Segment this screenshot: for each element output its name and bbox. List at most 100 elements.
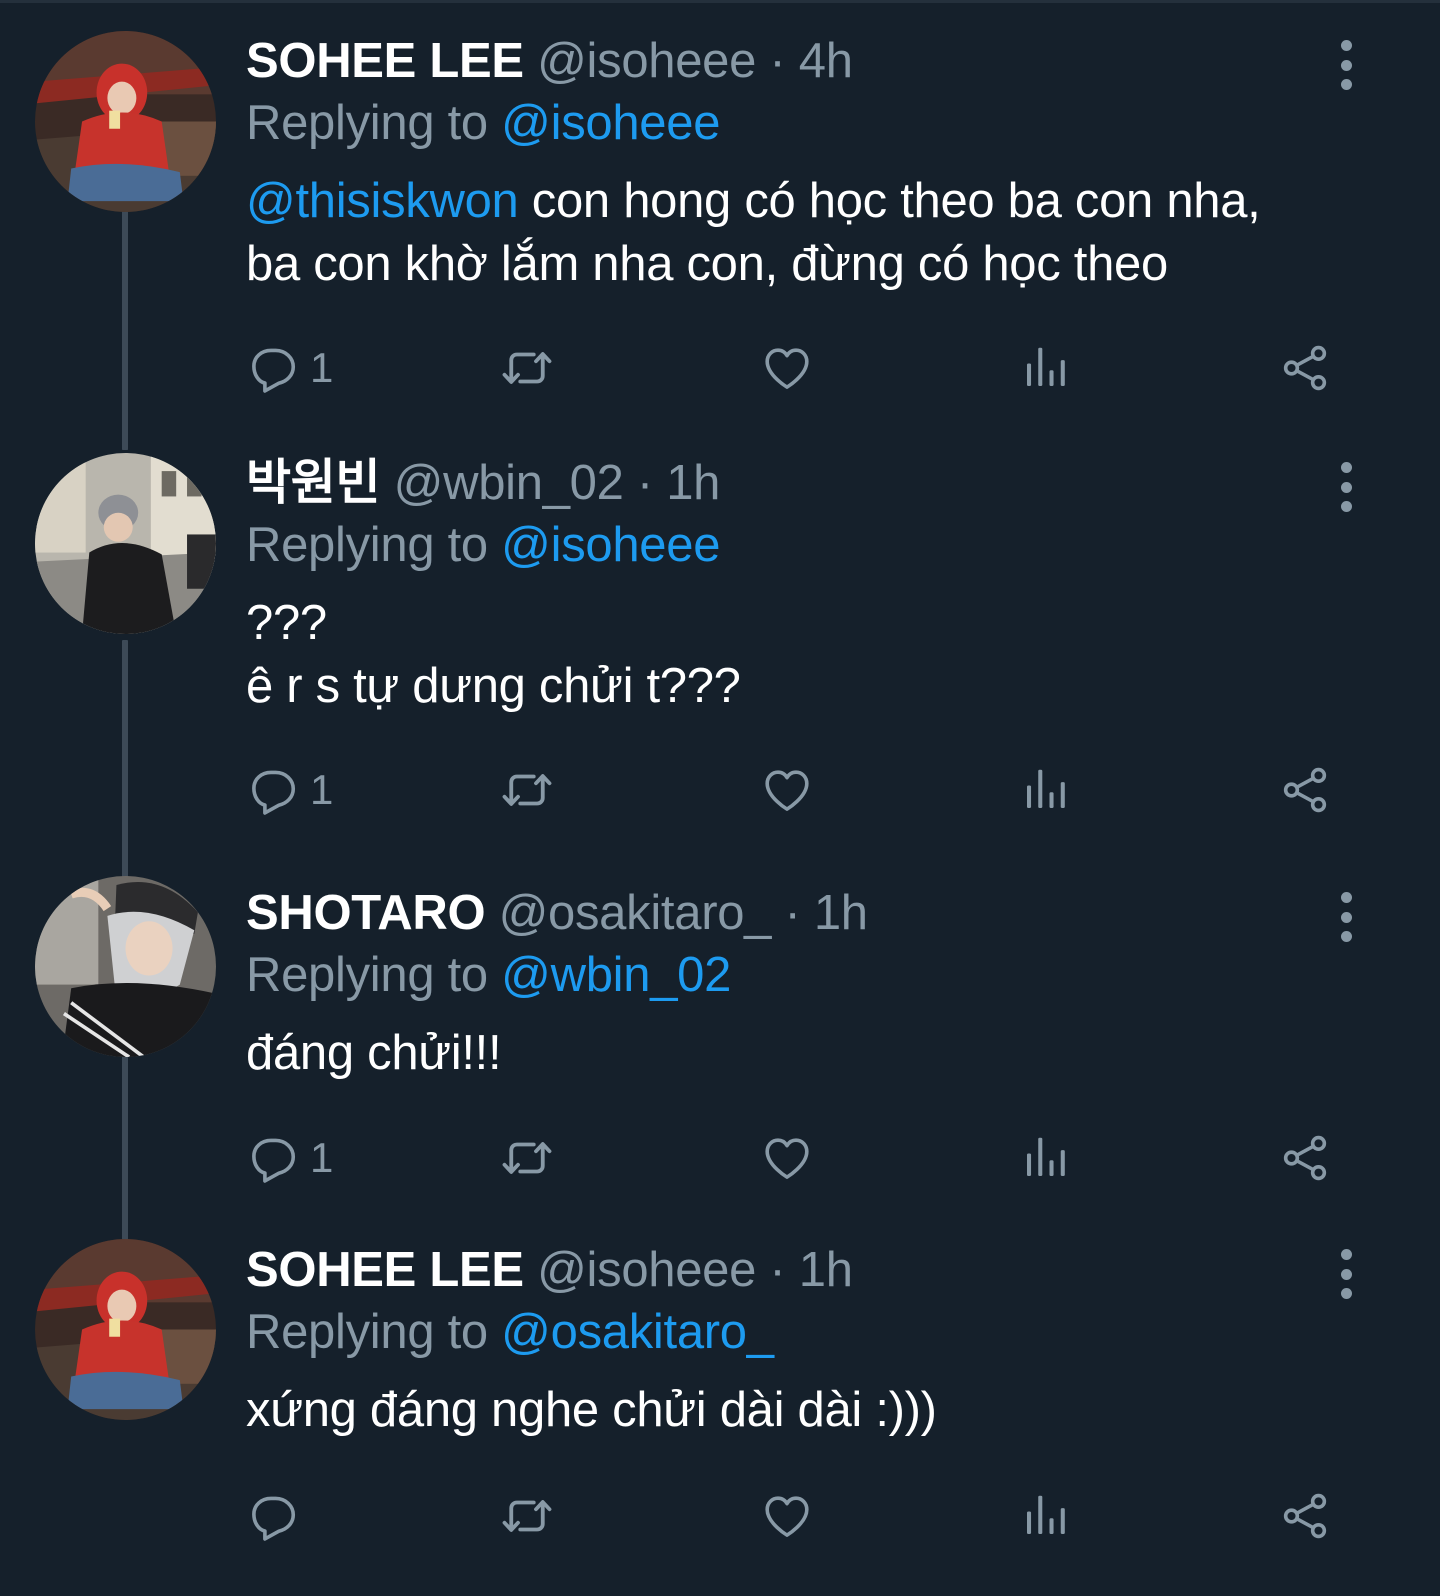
- avatar-bandana-cap-icon: [35, 876, 216, 1057]
- like-icon: [760, 1489, 814, 1543]
- reply-button[interactable]: [246, 1486, 310, 1546]
- separator-dot: ·: [769, 34, 786, 88]
- reply-icon: [246, 1489, 300, 1543]
- reply-button[interactable]: 1: [246, 1128, 333, 1188]
- user-handle[interactable]: @isoheee: [537, 1243, 756, 1297]
- reply-button[interactable]: 1: [246, 338, 333, 398]
- tweet[interactable]: 박원빈 @wbin_02 · 1h Replying to @isoheee ?…: [0, 410, 1440, 880]
- timestamp[interactable]: 1h: [666, 456, 720, 510]
- avatar[interactable]: [35, 876, 216, 1057]
- retweet-icon: [500, 763, 554, 817]
- views-button[interactable]: [1018, 338, 1072, 398]
- retweet-icon: [500, 341, 554, 395]
- reply-icon: [246, 1131, 300, 1185]
- replying-to-link[interactable]: @osakitaro_: [501, 1305, 774, 1359]
- replying-to: Replying to @osakitaro_: [246, 1301, 1380, 1363]
- avatar-red-hoodie-icon: [35, 1239, 216, 1420]
- tweet-content: SHOTARO @osakitaro_ · 1h Replying to @wb…: [246, 882, 1380, 1085]
- more-options-icon[interactable]: [1336, 40, 1356, 90]
- tweet-text-line: ê r s tự dưng chửi t???: [246, 659, 741, 713]
- views-icon: [1018, 341, 1072, 395]
- reply-count: 1: [310, 766, 334, 813]
- views-button[interactable]: [1018, 760, 1072, 820]
- retweet-button[interactable]: [500, 1486, 554, 1546]
- retweet-button[interactable]: [500, 1128, 554, 1188]
- share-button[interactable]: [1278, 1128, 1332, 1188]
- tweet-text-line: xứng đáng nghe chửi dài dài :))): [246, 1383, 937, 1437]
- separator-dot: ·: [784, 886, 801, 940]
- user-handle[interactable]: @isoheee: [537, 34, 756, 88]
- user-handle[interactable]: @osakitaro_: [499, 886, 772, 940]
- tweet-text-line: đáng chửi!!!: [246, 1026, 502, 1080]
- share-icon: [1278, 1489, 1332, 1543]
- tweet-content: SOHEE LEE @isoheee · 1h Replying to @osa…: [246, 1239, 1380, 1442]
- tweet-text-line: con hong có học theo ba con nha,: [518, 174, 1261, 228]
- share-button[interactable]: [1278, 1486, 1332, 1546]
- timestamp[interactable]: 1h: [799, 1243, 853, 1297]
- tweet[interactable]: SOHEE LEE @isoheee · 4h Replying to @iso…: [0, 0, 1440, 450]
- conversation-thread: SOHEE LEE @isoheee · 4h Replying to @iso…: [0, 0, 1440, 1596]
- reply-count: 1: [310, 1134, 334, 1181]
- like-icon: [760, 763, 814, 817]
- separator-dot: ·: [636, 456, 653, 510]
- thread-connector-line: [122, 1207, 128, 1239]
- retweet-icon: [500, 1131, 554, 1185]
- reply-count: 1: [310, 344, 334, 391]
- share-icon: [1278, 763, 1332, 817]
- separator-dot: ·: [769, 1243, 786, 1297]
- more-options-icon[interactable]: [1336, 892, 1356, 942]
- views-button[interactable]: [1018, 1486, 1072, 1546]
- tweet-actions: 1: [246, 338, 1346, 398]
- more-options-icon[interactable]: [1336, 1249, 1356, 1299]
- tweet-header: SOHEE LEE @isoheee · 1h: [246, 1239, 1380, 1301]
- like-button[interactable]: [760, 760, 814, 820]
- views-icon: [1018, 763, 1072, 817]
- avatar[interactable]: [35, 31, 216, 212]
- tweet-text: ??? ê r s tự dưng chửi t???: [246, 592, 1380, 718]
- share-icon: [1278, 1131, 1332, 1185]
- replying-to-link[interactable]: @isoheee: [501, 96, 720, 150]
- tweet-text: @thisiskwon con hong có học theo ba con …: [246, 170, 1380, 296]
- tweet-actions: [246, 1486, 1346, 1546]
- replying-to-link[interactable]: @isoheee: [501, 518, 720, 572]
- timestamp[interactable]: 1h: [814, 886, 868, 940]
- share-icon: [1278, 341, 1332, 395]
- tweet[interactable]: SHOTARO @osakitaro_ · 1h Replying to @wb…: [0, 840, 1440, 1240]
- like-icon: [760, 1131, 814, 1185]
- retweet-button[interactable]: [500, 760, 554, 820]
- tweet-actions: 1: [246, 1128, 1346, 1188]
- avatar-street-beanie-icon: [35, 453, 216, 634]
- display-name[interactable]: 박원빈: [246, 456, 381, 510]
- more-options-icon[interactable]: [1336, 462, 1356, 512]
- timestamp[interactable]: 4h: [799, 34, 853, 88]
- retweet-button[interactable]: [500, 338, 554, 398]
- tweet-text-line: ba con khờ lắm nha con, đừng có học theo: [246, 237, 1168, 291]
- tweet-content: 박원빈 @wbin_02 · 1h Replying to @isoheee ?…: [246, 452, 1380, 718]
- tweet-text: xứng đáng nghe chửi dài dài :))): [246, 1379, 1380, 1442]
- avatar[interactable]: [35, 1239, 216, 1420]
- tweet[interactable]: SOHEE LEE @isoheee · 1h Replying to @osa…: [0, 1207, 1440, 1596]
- tweet-content: SOHEE LEE @isoheee · 4h Replying to @iso…: [246, 30, 1380, 296]
- replying-to: Replying to @isoheee: [246, 92, 1380, 154]
- display-name[interactable]: SHOTARO: [246, 886, 486, 940]
- avatar-red-hoodie-icon: [35, 31, 216, 212]
- replying-to: Replying to @wbin_02: [246, 944, 1380, 1006]
- display-name[interactable]: SOHEE LEE: [246, 34, 524, 88]
- views-button[interactable]: [1018, 1128, 1072, 1188]
- like-button[interactable]: [760, 338, 814, 398]
- replying-to-link[interactable]: @wbin_02: [501, 948, 731, 1002]
- thread-connector-line: [122, 410, 128, 450]
- tweet-actions: 1: [246, 760, 1346, 820]
- reply-button[interactable]: 1: [246, 760, 333, 820]
- share-button[interactable]: [1278, 338, 1332, 398]
- replying-prefix: Replying to: [246, 518, 488, 572]
- user-handle[interactable]: @wbin_02: [394, 456, 624, 510]
- like-button[interactable]: [760, 1128, 814, 1188]
- share-button[interactable]: [1278, 760, 1332, 820]
- like-button[interactable]: [760, 1486, 814, 1546]
- avatar[interactable]: [35, 453, 216, 634]
- like-icon: [760, 341, 814, 395]
- tweet-header: SOHEE LEE @isoheee · 4h: [246, 30, 1380, 92]
- display-name[interactable]: SOHEE LEE: [246, 1243, 524, 1297]
- mention-link[interactable]: @thisiskwon: [246, 174, 519, 228]
